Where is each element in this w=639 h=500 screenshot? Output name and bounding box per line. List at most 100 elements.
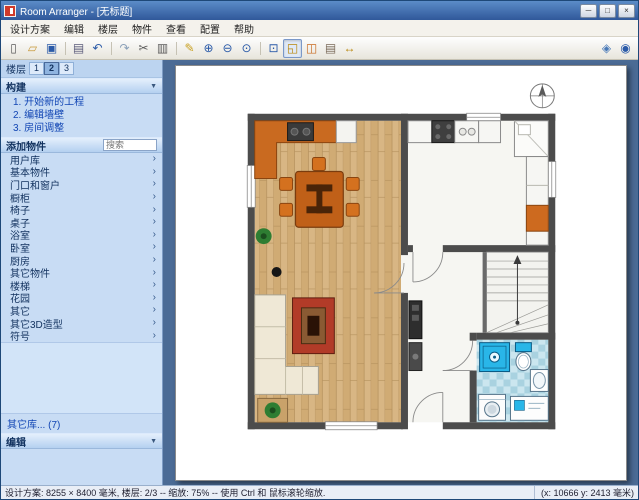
statusbar: 设计方案: 8255 × 8400 毫米, 楼层: 2/3 -- 缩放: 75%… — [1, 485, 638, 499]
washing-machine[interactable] — [479, 394, 506, 420]
new-icon[interactable]: ▯ — [4, 39, 23, 58]
side-table-plant[interactable] — [258, 398, 288, 422]
floor-plan-svg[interactable] — [176, 66, 626, 480]
window-title: Room Arranger - [无标题] — [20, 3, 574, 18]
open-icon[interactable]: ▱ — [23, 39, 42, 58]
menu-item[interactable]: 编辑 — [57, 20, 91, 37]
build-header[interactable]: 构建 ▼ — [1, 78, 162, 94]
view-3d-icon[interactable]: ◱ — [283, 39, 302, 58]
floor-tab[interactable]: 3 — [59, 62, 74, 75]
close-button[interactable]: × — [618, 4, 635, 18]
sidebar-footer — [1, 449, 162, 485]
add-objects-header: 添加物件 — [1, 137, 162, 153]
chevron-right-icon: › — [153, 255, 156, 265]
right-counter[interactable] — [526, 157, 548, 246]
category-row[interactable]: 符号 › — [1, 329, 162, 342]
sink-basin — [459, 128, 466, 135]
chevron-right-icon: › — [153, 167, 156, 177]
chevron-right-icon: › — [153, 154, 156, 164]
menu-item[interactable]: 楼层 — [91, 20, 125, 37]
pan-icon[interactable]: ◈ — [597, 39, 616, 58]
print-icon[interactable]: ▤ — [69, 39, 88, 58]
more-libraries-link[interactable]: 其它库... (7) — [1, 414, 162, 433]
zoom-fit-icon[interactable]: ⊡ — [264, 39, 283, 58]
hall-cabinets[interactable] — [409, 301, 422, 371]
chevron-right-icon: › — [153, 318, 156, 328]
undo-icon[interactable]: ↶ — [88, 39, 107, 58]
build-step-link[interactable]: 2. 编辑墙壁 — [1, 109, 162, 122]
copy-icon[interactable]: ▥ — [153, 39, 172, 58]
appliance[interactable] — [336, 121, 356, 143]
search-input[interactable] — [103, 139, 157, 151]
menu-item[interactable]: 查看 — [159, 20, 193, 37]
chevron-right-icon: › — [153, 217, 156, 227]
chevron-right-icon: › — [153, 230, 156, 240]
category-label: 符号 — [10, 328, 30, 343]
kitchen-cabinets[interactable] — [408, 121, 501, 143]
floor-label: 楼层 — [6, 61, 26, 76]
plant[interactable] — [256, 228, 272, 244]
chevron-right-icon: › — [153, 205, 156, 215]
menu-item[interactable]: 配置 — [193, 20, 227, 37]
stove — [432, 121, 455, 143]
window-controls: ─□× — [578, 4, 635, 18]
redo-icon[interactable]: ↷ — [115, 39, 134, 58]
menu-item[interactable]: 设计方案 — [3, 20, 57, 37]
show-walls-icon[interactable]: ▤ — [321, 39, 340, 58]
zoom-100-icon[interactable]: ⊙ — [237, 39, 256, 58]
help-icon[interactable]: ◉ — [616, 39, 635, 58]
menu-item[interactable]: 帮助 — [227, 20, 261, 37]
floor-selector: 楼层 123 — [1, 60, 162, 78]
chevron-right-icon: › — [153, 331, 156, 341]
zoom-in-icon[interactable]: ⊕ — [199, 39, 218, 58]
drawing-canvas[interactable] — [163, 60, 638, 485]
titlebar[interactable]: Room Arranger - [无标题] ─□× — [1, 1, 638, 20]
main-area: 楼层 123 构建 ▼ 1. 开始新的工程2. 编辑墙壁3. 房间调整 添加物件… — [1, 60, 638, 485]
corner-unit[interactable] — [514, 121, 548, 157]
menubar: 设计方案编辑楼层物件查看配置帮助 — [1, 20, 638, 37]
zoom-out-icon[interactable]: ⊖ — [218, 39, 237, 58]
app-window: Room Arranger - [无标题] ─□× 设计方案编辑楼层物件查看配置… — [0, 0, 639, 500]
stool[interactable] — [272, 267, 282, 277]
floor-tab[interactable]: 1 — [29, 62, 44, 75]
chevron-right-icon: › — [153, 192, 156, 202]
toolbar: ▯▱▣▤↶↷✂▥✎⊕⊖⊙⊡◱◫▤↔ ◈◉ — [1, 37, 638, 60]
compass-icon — [530, 84, 554, 108]
sink-basin — [468, 128, 475, 135]
edit-header-label: 编辑 — [6, 434, 26, 449]
chevron-right-icon: › — [153, 268, 156, 278]
bath-cabinet[interactable] — [510, 396, 548, 420]
collapse-icon[interactable]: ▼ — [150, 438, 157, 445]
floor-tab[interactable]: 2 — [44, 62, 59, 75]
fireplace[interactable] — [293, 298, 335, 354]
chevron-right-icon: › — [153, 242, 156, 252]
save-icon[interactable]: ▣ — [42, 39, 61, 58]
staircase[interactable] — [487, 252, 549, 333]
menu-item[interactable]: 物件 — [125, 20, 159, 37]
status-info: 设计方案: 8255 × 8400 毫米, 楼层: 2/3 -- 缩放: 75%… — [5, 486, 528, 499]
edit-header[interactable]: 编辑 ▼ — [1, 433, 162, 449]
orange-cabinet — [526, 205, 548, 231]
minimize-button[interactable]: ─ — [580, 4, 597, 18]
build-step-link[interactable]: 3. 房间调整 — [1, 122, 162, 135]
sidebar: 楼层 123 构建 ▼ 1. 开始新的工程2. 编辑墙壁3. 房间调整 添加物件… — [1, 60, 163, 485]
cut-icon[interactable]: ✂ — [134, 39, 153, 58]
edit-walls-icon[interactable]: ✎ — [180, 39, 199, 58]
chevron-right-icon: › — [153, 305, 156, 315]
show-objects-icon[interactable]: ◫ — [302, 39, 321, 58]
chevron-right-icon: › — [153, 280, 156, 290]
build-header-label: 构建 — [6, 79, 26, 94]
object-list-panel — [1, 342, 162, 414]
collapse-icon[interactable]: ▼ — [150, 83, 157, 90]
shower[interactable] — [480, 343, 510, 372]
object-categories: 用户库 › 基本物件 › 门口和窗户 › 橱柜 › 椅子 › — [1, 153, 162, 342]
toilet[interactable] — [515, 343, 531, 371]
floor-tabs: 123 — [29, 62, 74, 75]
chevron-right-icon: › — [153, 293, 156, 303]
drawing-page[interactable] — [175, 65, 627, 481]
measure-icon[interactable]: ↔ — [340, 39, 359, 58]
build-step-link[interactable]: 1. 开始新的工程 — [1, 96, 162, 109]
sink[interactable] — [530, 370, 548, 392]
maximize-button[interactable]: □ — [599, 4, 616, 18]
add-objects-label: 添加物件 — [6, 138, 46, 153]
